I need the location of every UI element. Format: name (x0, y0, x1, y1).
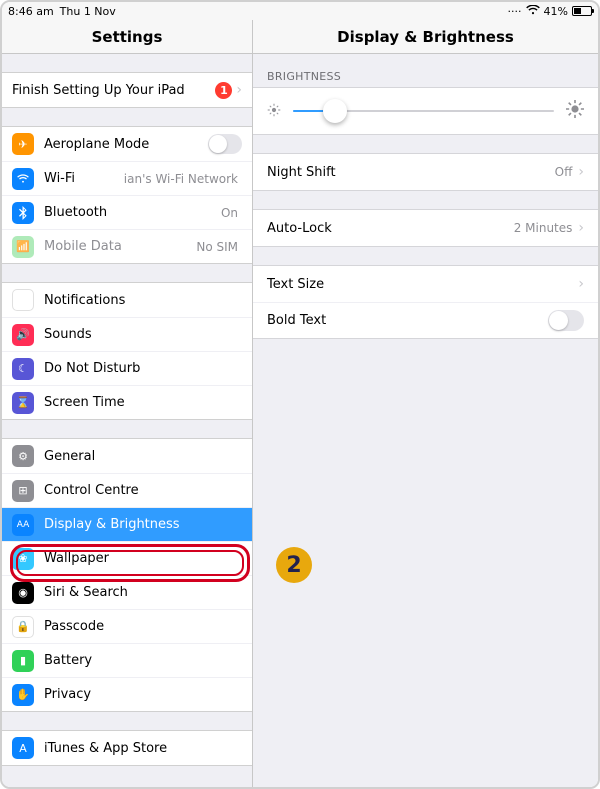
auto-lock-label: Auto-Lock (267, 221, 332, 236)
switches-icon: ⊞ (12, 480, 34, 502)
brightness-slider-row (253, 88, 598, 134)
general-row[interactable]: ⚙ General (2, 439, 252, 473)
sun-bright-icon (566, 100, 584, 122)
sounds-icon: 🔊 (12, 324, 34, 346)
aeroplane-icon: ✈ (12, 133, 34, 155)
status-battery-pct: 41% (544, 5, 568, 18)
brightness-slider[interactable] (293, 97, 554, 125)
text-size-row[interactable]: Text Size › (253, 266, 598, 302)
hourglass-icon: ⌛ (12, 392, 34, 414)
slider-thumb[interactable] (323, 99, 347, 123)
wallpaper-row[interactable]: ❀ Wallpaper (2, 541, 252, 575)
control-centre-label: Control Centre (44, 483, 139, 498)
itunes-label: iTunes & App Store (44, 741, 167, 756)
battery-settings-icon: ▮ (12, 650, 34, 672)
privacy-label: Privacy (44, 687, 91, 702)
mobile-data-icon: 📶 (12, 236, 34, 258)
status-date: Thu 1 Nov (60, 5, 116, 18)
siri-label: Siri & Search (44, 585, 128, 600)
aeroplane-toggle[interactable] (208, 134, 242, 154)
status-dots: ···· (508, 5, 522, 18)
general-label: General (44, 449, 95, 464)
night-shift-label: Night Shift (267, 165, 336, 180)
settings-sidebar: Settings Finish Setting Up Your iPad 1 ›… (2, 20, 253, 787)
bluetooth-value: On (221, 206, 242, 220)
screentime-row[interactable]: ⌛ Screen Time (2, 385, 252, 419)
wifi-settings-icon (12, 168, 34, 190)
text-size-label: Text Size (267, 277, 324, 292)
sidebar-title: Settings (2, 20, 252, 54)
notifications-row[interactable]: ◉ Notifications (2, 283, 252, 317)
appstore-icon: A (12, 737, 34, 759)
passcode-label: Passcode (44, 619, 104, 634)
battery-row[interactable]: ▮ Battery (2, 643, 252, 677)
bluetooth-icon (12, 202, 34, 224)
dnd-row[interactable]: ☾ Do Not Disturb (2, 351, 252, 385)
battery-icon (572, 6, 592, 16)
chevron-right-icon: › (578, 164, 584, 180)
wifi-label: Wi-Fi (44, 171, 75, 186)
detail-title: Display & Brightness (253, 20, 598, 54)
sounds-label: Sounds (44, 327, 92, 342)
bluetooth-label: Bluetooth (44, 205, 107, 220)
passcode-row[interactable]: 🔒 Passcode (2, 609, 252, 643)
night-shift-row[interactable]: Night Shift Off › (253, 154, 598, 190)
screentime-label: Screen Time (44, 395, 125, 410)
gear-icon: ⚙ (12, 445, 34, 467)
itunes-row[interactable]: A iTunes & App Store (2, 731, 252, 765)
bold-text-toggle[interactable] (548, 310, 584, 331)
brightness-header: BRIGHTNESS (253, 54, 598, 87)
hand-icon: ✋ (12, 684, 34, 706)
notifications-icon: ◉ (12, 289, 34, 311)
control-centre-row[interactable]: ⊞ Control Centre (2, 473, 252, 507)
detail-pane: Display & Brightness BRIGHTNESS (253, 20, 598, 787)
bluetooth-row[interactable]: Bluetooth On (2, 195, 252, 229)
dnd-label: Do Not Disturb (44, 361, 140, 376)
chevron-right-icon: › (578, 220, 584, 236)
bold-text-row[interactable]: Bold Text (253, 302, 598, 338)
mobile-data-label: Mobile Data (44, 239, 122, 254)
wifi-value: ian's Wi-Fi Network (124, 172, 242, 186)
siri-icon: ◉ (12, 582, 34, 604)
wallpaper-icon: ❀ (12, 548, 34, 570)
mobile-data-value: No SIM (196, 240, 242, 254)
setup-row[interactable]: Finish Setting Up Your iPad 1 › (2, 73, 252, 107)
display-brightness-label: Display & Brightness (44, 517, 180, 532)
status-time: 8:46 am (8, 5, 54, 18)
lock-icon: 🔒 (12, 616, 34, 638)
setup-label: Finish Setting Up Your iPad (12, 83, 185, 98)
auto-lock-value: 2 Minutes (514, 221, 573, 235)
moon-icon: ☾ (12, 358, 34, 380)
battery-label: Battery (44, 653, 92, 668)
chevron-right-icon: › (578, 276, 584, 292)
auto-lock-row[interactable]: Auto-Lock 2 Minutes › (253, 210, 598, 246)
night-shift-value: Off (555, 165, 573, 179)
status-bar: 8:46 am Thu 1 Nov ···· 41% (2, 2, 598, 20)
aeroplane-row[interactable]: ✈ Aeroplane Mode (2, 127, 252, 161)
aeroplane-label: Aeroplane Mode (44, 137, 149, 152)
mobile-data-row[interactable]: 📶 Mobile Data No SIM (2, 229, 252, 263)
wifi-icon (526, 5, 540, 18)
bold-text-label: Bold Text (267, 313, 326, 328)
setup-badge: 1 (215, 82, 232, 99)
display-brightness-row[interactable]: AA Display & Brightness (2, 507, 252, 541)
sounds-row[interactable]: 🔊 Sounds (2, 317, 252, 351)
sun-dim-icon (267, 102, 281, 121)
wallpaper-label: Wallpaper (44, 551, 109, 566)
wifi-row[interactable]: Wi-Fi ian's Wi-Fi Network (2, 161, 252, 195)
chevron-right-icon: › (236, 82, 242, 98)
text-size-icon: AA (12, 514, 34, 536)
notifications-label: Notifications (44, 293, 125, 308)
privacy-row[interactable]: ✋ Privacy (2, 677, 252, 711)
siri-row[interactable]: ◉ Siri & Search (2, 575, 252, 609)
